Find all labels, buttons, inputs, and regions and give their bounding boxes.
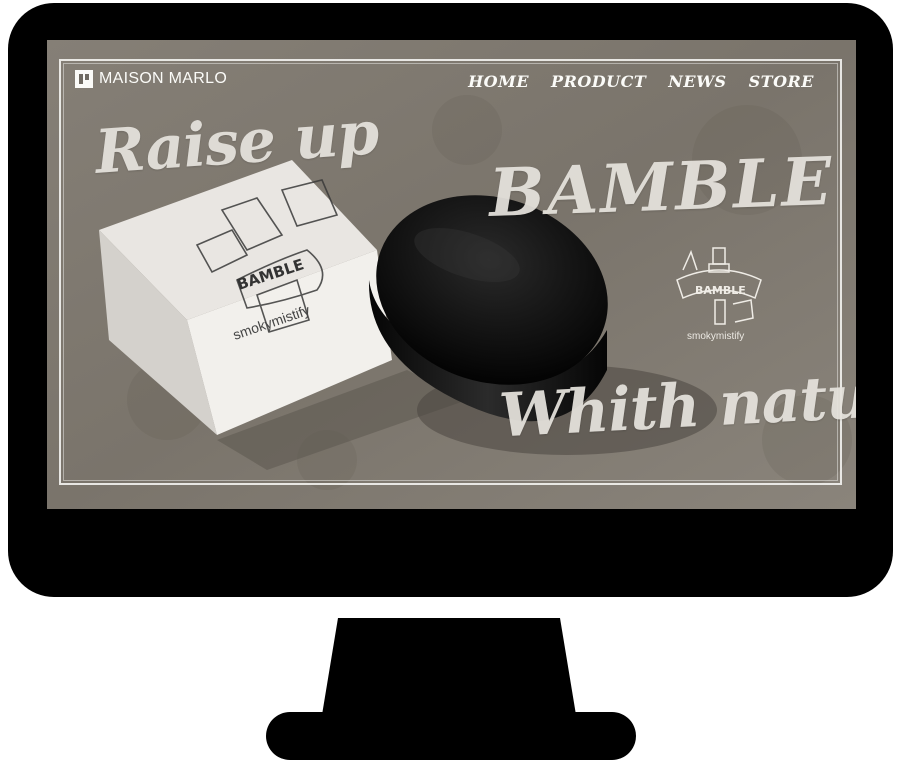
maison-marlo-logo-icon: [75, 70, 93, 88]
main-nav: HOME PRODUCT NEWS STORE: [468, 72, 814, 91]
desktop-mockup: BAMBLE smokymistify MAISON MARLO HOME PR…: [0, 0, 898, 767]
site-logo[interactable]: MAISON MARLO: [75, 70, 227, 88]
nav-store[interactable]: STORE: [749, 72, 814, 91]
nav-news[interactable]: NEWS: [668, 72, 726, 91]
emblem-caption: smokymistify: [687, 331, 745, 342]
brand-name: MAISON MARLO: [99, 70, 228, 87]
nav-product[interactable]: PRODUCT: [551, 72, 646, 91]
website-screen: BAMBLE smokymistify MAISON MARLO HOME PR…: [47, 40, 856, 509]
bamble-emblem-icon: BAMBLE: [676, 247, 762, 325]
emblem-label: BAMBLE: [695, 284, 746, 297]
nav-home[interactable]: HOME: [468, 72, 529, 91]
headline-bamble: BAMBLE: [487, 142, 835, 232]
